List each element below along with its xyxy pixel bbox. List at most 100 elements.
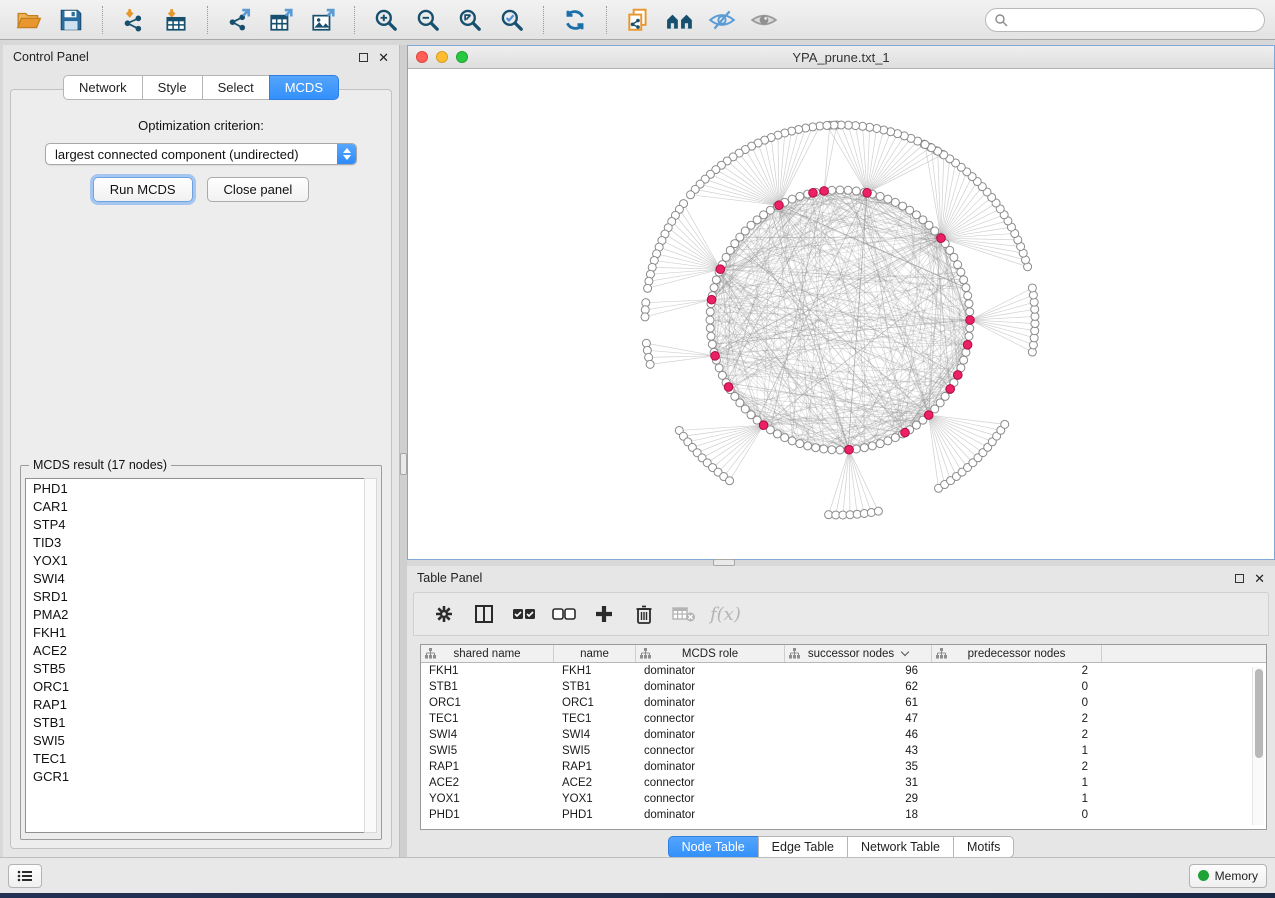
refresh-button[interactable] [556,4,594,36]
table-cell: dominator [636,679,785,695]
tab-mcds[interactable]: MCDS [269,75,339,100]
close-panel-icon[interactable]: ✕ [378,53,389,62]
memory-button[interactable]: Memory [1189,864,1267,888]
mcds-result-item[interactable]: STB1 [26,713,376,731]
tab-style[interactable]: Style [142,75,203,100]
mcds-result-item[interactable]: STB5 [26,659,376,677]
tab-node-table[interactable]: Node Table [668,836,759,858]
column-type-icon [425,648,436,659]
save-session-button[interactable] [52,4,90,36]
column-header-predecessor-nodes[interactable]: predecessor nodes [932,645,1102,662]
table-row[interactable]: YOX1YOX1connector291 [421,791,1266,807]
table-row[interactable]: PHD1PHD1dominator180 [421,807,1266,823]
mcds-result-item[interactable]: PHD1 [26,479,376,497]
table-cell: 61 [785,695,932,711]
table-scrollbar[interactable] [1252,667,1264,825]
vertical-splitter[interactable] [400,45,407,857]
table-options-button[interactable] [424,598,464,630]
close-panel-button[interactable]: Close panel [207,177,310,202]
column-header-MCDS-role[interactable]: MCDS role [636,645,785,662]
export-image-icon [310,7,336,33]
table-row[interactable]: ORC1ORC1dominator610 [421,695,1266,711]
close-table-panel-icon[interactable]: ✕ [1254,574,1265,583]
search-input[interactable] [1013,13,1256,27]
optimization-criterion-label: Optimization criterion: [11,118,391,133]
zoom-out-button[interactable] [409,4,447,36]
task-list-icon [17,869,33,883]
horizontal-splitter-handle[interactable] [713,559,735,566]
mcds-result-item[interactable]: FKH1 [26,623,376,641]
clone-network-button[interactable] [619,4,657,36]
table-cell: SWI4 [421,727,554,743]
table-row[interactable]: TEC1TEC1connector472 [421,711,1266,727]
network-canvas[interactable] [408,69,1274,559]
trash-icon [634,603,654,625]
table-row[interactable]: RAP1RAP1dominator352 [421,759,1266,775]
mcds-result-item[interactable]: ACE2 [26,641,376,659]
add-column-button[interactable] [584,598,624,630]
table-cell: 62 [785,679,932,695]
mcds-result-item[interactable]: SRD1 [26,587,376,605]
export-table-button[interactable] [262,4,300,36]
zoom-fit-button[interactable] [451,4,489,36]
table-cell: TEC1 [554,711,636,727]
export-image-button[interactable] [304,4,342,36]
mcds-list-scrollbar[interactable] [364,478,377,833]
node-table: shared name name MCDS rolesuccessor nodesp… [420,644,1267,830]
mcds-result-item[interactable]: RAP1 [26,695,376,713]
import-network-button[interactable] [115,4,153,36]
table-row[interactable]: STB1STB1dominator620 [421,679,1266,695]
mcds-result-item[interactable]: GCR1 [26,767,376,785]
mcds-result-item[interactable]: SWI5 [26,731,376,749]
delete-column-button[interactable] [624,598,664,630]
network-window-titlebar[interactable]: YPA_prune.txt_1 [408,46,1274,69]
mcds-result-item[interactable]: STP4 [26,515,376,533]
export-network-button[interactable] [220,4,258,36]
float-table-panel-icon[interactable] [1235,574,1244,583]
task-history-button[interactable] [8,864,42,888]
tab-motifs[interactable]: Motifs [953,836,1014,858]
tab-network[interactable]: Network [63,75,143,100]
zoom-in-button[interactable] [367,4,405,36]
table-row[interactable]: SWI4SWI4dominator462 [421,727,1266,743]
mcds-result-item[interactable]: PMA2 [26,605,376,623]
run-mcds-button[interactable]: Run MCDS [93,177,193,202]
float-panel-icon[interactable] [359,53,368,62]
mcds-result-item[interactable]: YOX1 [26,551,376,569]
show-details-button[interactable] [745,4,783,36]
column-header-name[interactable]: name [554,645,636,662]
optimization-criterion-select[interactable]: largest connected component (undirected) [45,143,357,165]
mcds-result-item[interactable]: TID3 [26,533,376,551]
open-file-button[interactable] [10,4,48,36]
table-cell: RAP1 [554,759,636,775]
column-header-shared-name[interactable]: shared name [421,645,554,662]
tab-network-table[interactable]: Network Table [847,836,954,858]
tab-select[interactable]: Select [202,75,270,100]
table-cell: dominator [636,663,785,679]
mcds-result-item[interactable]: SWI4 [26,569,376,587]
tab-edge-table[interactable]: Edge Table [758,836,848,858]
memory-button-label: Memory [1215,869,1258,883]
show-columns-button[interactable] [464,598,504,630]
vertical-splitter-handle[interactable] [400,453,407,475]
import-table-button[interactable] [157,4,195,36]
mcds-result-item[interactable]: TEC1 [26,749,376,767]
export-table-icon [268,7,294,33]
import-network-icon [121,7,147,33]
deselect-all-button[interactable] [544,598,584,630]
table-row[interactable]: FKH1FKH1dominator962 [421,663,1266,679]
zoom-selected-button[interactable] [493,4,531,36]
mcds-result-item[interactable]: CAR1 [26,497,376,515]
table-row[interactable]: ACE2ACE2connector311 [421,775,1266,791]
table-scrollbar-thumb[interactable] [1255,669,1263,758]
select-all-button[interactable] [504,598,544,630]
hide-details-button[interactable] [703,4,741,36]
column-label: name [580,648,609,660]
table-row[interactable]: SWI5SWI5connector431 [421,743,1266,759]
plus-icon [594,604,614,624]
mcds-result-title: MCDS result (17 nodes) [29,458,171,472]
column-header-successor-nodes[interactable]: successor nodes [785,645,932,662]
neighbors-button[interactable] [661,4,699,36]
mcds-result-item[interactable]: ORC1 [26,677,376,695]
table-cell: 1 [932,775,1102,791]
